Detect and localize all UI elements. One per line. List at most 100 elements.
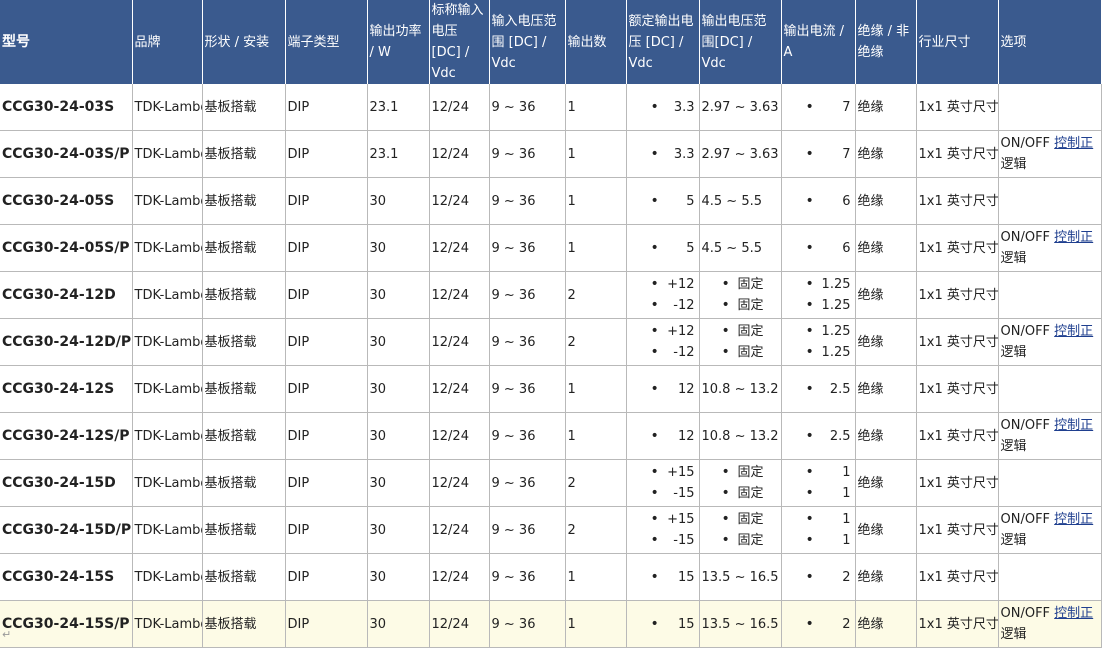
outputs-cell-text: 2 xyxy=(567,287,576,303)
mount-cell-text: 基板搭载 xyxy=(204,240,257,256)
power-cell: 30 xyxy=(367,600,430,648)
vorange-cell-text: 2.97 ~ 3.63 xyxy=(701,99,779,115)
terminal-cell-text: DIP xyxy=(287,616,310,632)
model-cell-text: CCG30-24-05S xyxy=(2,192,115,209)
vout-cell: +15-15 xyxy=(626,506,700,554)
vorange-cell: 13.5 ~ 16.5 xyxy=(699,553,782,601)
vout-cell-item: -15 xyxy=(629,483,697,504)
vout-cell: 5 xyxy=(626,224,700,272)
size-cell: 1x1 英寸尺寸 xyxy=(916,130,999,178)
size-cell: 1x1 英寸尺寸 xyxy=(916,459,999,507)
vrange-cell-text: 9 ~ 36 xyxy=(491,616,536,632)
option-link[interactable]: 控制正 xyxy=(1054,512,1093,527)
model-cell-text: CCG30-24-05S/P xyxy=(2,239,130,256)
option-link[interactable]: 控制正 xyxy=(1054,324,1093,339)
isolation-cell: 绝缘 xyxy=(855,600,917,648)
brand-cell: TDK-Lambda xyxy=(132,506,203,554)
vorange-cell-item: 固定 xyxy=(702,530,779,551)
iout-cell: 6 xyxy=(781,224,856,272)
mount-cell-text: 基板搭载 xyxy=(204,287,257,303)
brand-cell-text: TDK-Lambda xyxy=(134,522,202,538)
model-cell: CCG30-24-15S xyxy=(0,553,133,601)
isolation-cell: 绝缘 xyxy=(855,318,917,366)
brand-cell: TDK-Lambda xyxy=(132,365,203,413)
iout-cell-item: 6 xyxy=(784,238,853,259)
option-text-2: 逻辑 xyxy=(1000,627,1027,642)
brand-cell: TDK-Lambda xyxy=(132,600,203,648)
option-link[interactable]: 控制正 xyxy=(1054,606,1093,621)
header-cell: 额定输出电压 [DC] / Vdc xyxy=(626,0,700,84)
vin-cell: 12/24 xyxy=(429,506,490,554)
header-cell: 输入电压范围 [DC] / Vdc xyxy=(489,0,566,84)
model-cell: CCG30-24-12S xyxy=(0,365,133,413)
vin-cell-text: 12/24 xyxy=(431,522,469,538)
vorange-cell: 4.5 ~ 5.5 xyxy=(699,224,782,272)
vout-cell: 15 xyxy=(626,553,700,601)
vorange-cell: 10.8 ~ 13.2 xyxy=(699,412,782,460)
model-cell: CCG30-24-15D/P xyxy=(0,506,133,554)
size-cell-text: 1x1 英寸尺寸 xyxy=(918,240,998,256)
vout-cell-item: 5 xyxy=(629,238,697,259)
table-row: CCG30-24-15D TDK-Lambda基板搭载 DIP 30 12/24 9 ~ … xyxy=(0,459,1102,507)
brand-cell-text: TDK-Lambda xyxy=(134,146,202,162)
iout-cell: 6 xyxy=(781,177,856,225)
vrange-cell: 9 ~ 36 xyxy=(489,130,566,178)
mount-cell: 基板搭载 xyxy=(202,318,286,366)
header-cell: 形状 / 安装 xyxy=(202,0,286,84)
option-link[interactable]: 控制正 xyxy=(1054,230,1093,245)
vout-cell: 3.3 xyxy=(626,84,700,131)
vin-cell-text: 12/24 xyxy=(431,475,469,491)
outputs-cell: 2 xyxy=(565,506,627,554)
vrange-cell: 9 ~ 36 xyxy=(489,177,566,225)
vout-cell: +12-12 xyxy=(626,318,700,366)
vrange-cell-text: 9 ~ 36 xyxy=(491,334,536,350)
vout-cell: 12 xyxy=(626,412,700,460)
model-cell-text: CCG30-24-15D/P xyxy=(2,521,132,538)
table-row: CCG30-24-12S/PTDK-Lambda基板搭载 DIP 30 12/24 9 … xyxy=(0,412,1102,460)
model-cell-text: CCG30-24-12D/P xyxy=(2,333,132,350)
outputs-cell-text: 1 xyxy=(567,428,576,444)
vin-cell: 12/24 xyxy=(429,365,490,413)
terminal-cell: DIP xyxy=(285,177,368,225)
power-cell-text: 30 xyxy=(369,475,387,491)
option-link[interactable]: 控制正 xyxy=(1054,136,1093,151)
option-cell: ON/OFF 控制正 逻辑 xyxy=(998,506,1102,554)
isolation-cell-text: 绝缘 xyxy=(857,522,884,538)
power-cell-text: 23.1 xyxy=(369,99,399,115)
header-cell: 行业尺寸 xyxy=(916,0,999,84)
iout-cell: 2 xyxy=(781,600,856,648)
header-row: 型号 品牌 形状 / 安装 端子类型 输出功率 / W 标称输入电压[DC] /… xyxy=(0,0,1102,84)
option-text: ON/OFF xyxy=(1000,606,1051,621)
vrange-cell-text: 9 ~ 36 xyxy=(491,287,536,303)
table-row: CCG30-24-12D/PTDK-Lambda基板搭载 DIP 30 12/24 9 … xyxy=(0,318,1102,366)
size-cell: 1x1 英寸尺寸 xyxy=(916,553,999,601)
vin-cell: 12/24 xyxy=(429,130,490,178)
vorange-cell-text: 13.5 ~ 16.5 xyxy=(701,569,779,585)
power-cell-text: 30 xyxy=(369,287,387,303)
iout-cell: 2 xyxy=(781,553,856,601)
vin-cell-text: 12/24 xyxy=(431,240,469,256)
model-cell: CCG30-24-05S/P xyxy=(0,224,133,272)
size-cell: 1x1 英寸尺寸 xyxy=(916,84,999,131)
size-cell-text: 1x1 英寸尺寸 xyxy=(918,381,998,397)
iout-cell-item: 7 xyxy=(784,97,853,118)
size-cell: 1x1 英寸尺寸 xyxy=(916,318,999,366)
size-cell: 1x1 英寸尺寸 xyxy=(916,365,999,413)
size-cell-text: 1x1 英寸尺寸 xyxy=(918,193,998,209)
mount-cell-text: 基板搭载 xyxy=(204,193,257,209)
vout-cell-item: 12 xyxy=(629,379,697,400)
header-cell: 输出电压范围[DC] / Vdc xyxy=(699,0,782,84)
vrange-cell-text: 9 ~ 36 xyxy=(491,146,536,162)
vrange-cell: 9 ~ 36 xyxy=(489,318,566,366)
isolation-cell: 绝缘 xyxy=(855,506,917,554)
option-text: ON/OFF xyxy=(1000,324,1051,339)
isolation-cell-text: 绝缘 xyxy=(857,287,884,303)
option-link[interactable]: 控制正 xyxy=(1054,418,1093,433)
terminal-cell-text: DIP xyxy=(287,99,310,115)
header-cell: 标称输入电压[DC] / Vdc xyxy=(429,0,490,84)
option-text-2: 逻辑 xyxy=(1000,439,1027,454)
mount-cell-text: 基板搭载 xyxy=(204,381,257,397)
vorange-cell-item: 固定 xyxy=(702,462,779,483)
terminal-cell-text: DIP xyxy=(287,193,310,209)
iout-cell-item: 2.5 xyxy=(784,379,853,400)
